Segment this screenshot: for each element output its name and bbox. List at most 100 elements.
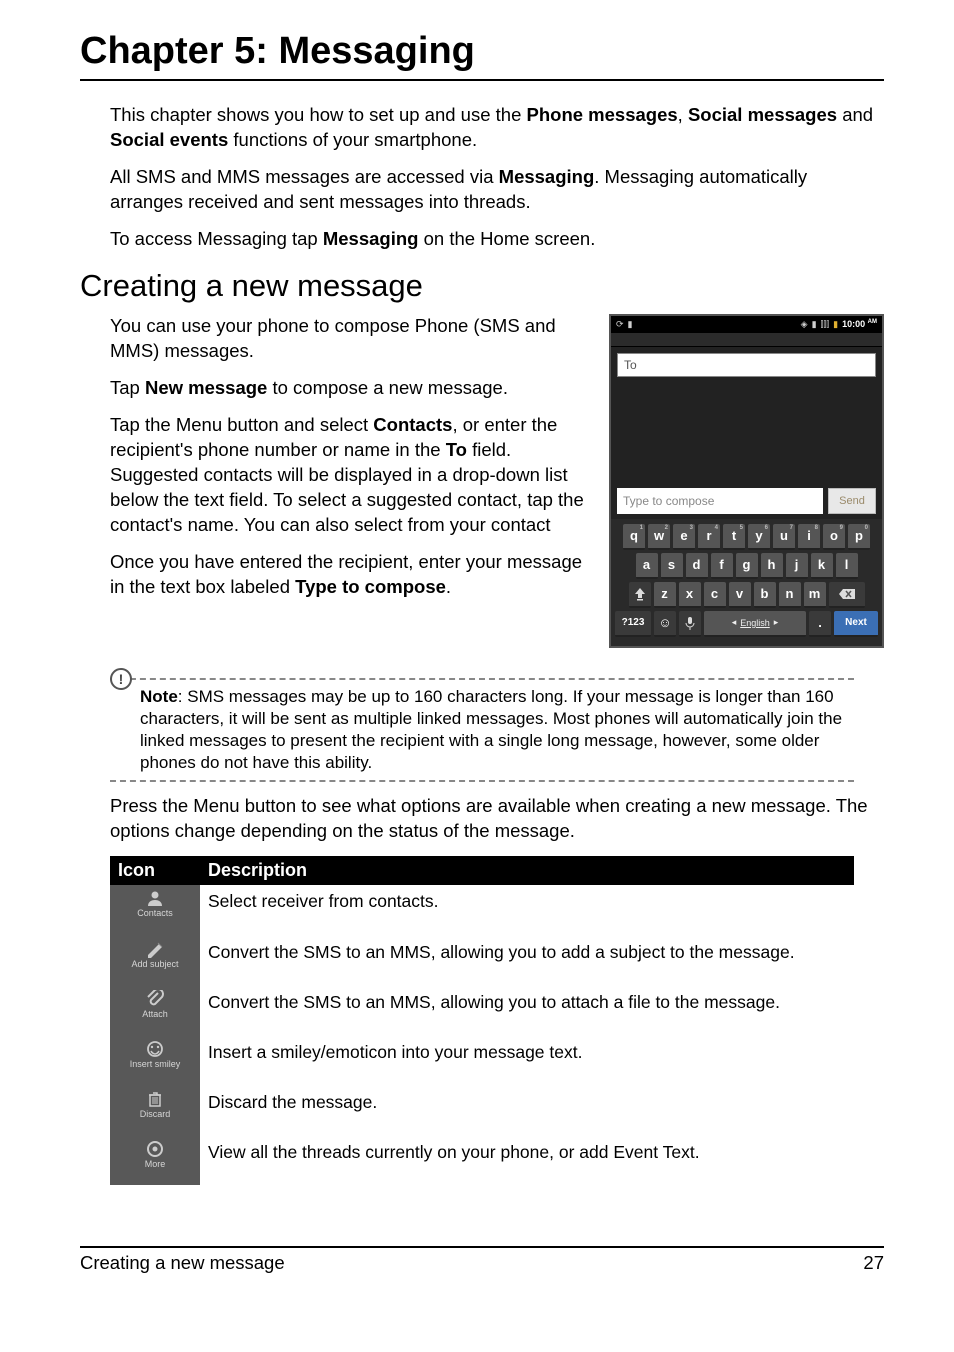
icon-label: Insert smiley <box>130 1060 181 1069</box>
table-row: Contacts Select receiver from contacts. <box>110 885 854 935</box>
battery-icon: ▮ <box>833 319 838 330</box>
note-text: Note: SMS messages may be up to 160 char… <box>110 680 854 780</box>
text-bold: Messaging <box>323 228 419 249</box>
text-bold: Phone messages <box>527 104 678 125</box>
key-a[interactable]: a <box>636 553 658 579</box>
key-i[interactable]: i8 <box>798 524 820 550</box>
text-bold: Social messages <box>688 104 837 125</box>
key-b[interactable]: b <box>754 582 776 608</box>
note-label: Note <box>140 687 178 706</box>
key-y[interactable]: y6 <box>748 524 770 550</box>
signal-icon: ▮ <box>812 319 817 330</box>
key-g[interactable]: g <box>736 553 758 579</box>
key-k[interactable]: k <box>811 553 833 579</box>
phone-screenshot: ⟳ ▮ ◈ ▮ ⫿⫿⫿ ▮ 10:00 AM To Type to compos… <box>609 314 884 648</box>
key-x[interactable]: x <box>679 582 701 608</box>
text-bold: Type to compose <box>295 576 446 597</box>
text-bold: New message <box>145 377 267 398</box>
compose-input[interactable]: Type to compose <box>617 488 823 514</box>
key-m[interactable]: m <box>804 582 826 608</box>
desc-cell: Insert a smiley/emoticon into your messa… <box>200 1035 854 1085</box>
chapter-title: Chapter 5: Messaging <box>80 30 884 81</box>
key-shift[interactable] <box>629 582 651 608</box>
text: To access Messaging tap <box>110 228 323 249</box>
key-e[interactable]: e3 <box>673 524 695 550</box>
desc-cell: Discard the message. <box>200 1085 854 1135</box>
key-sym[interactable]: ?123 <box>615 611 651 637</box>
key-f[interactable]: f <box>711 553 733 579</box>
key-w[interactable]: w2 <box>648 524 670 550</box>
more-icon <box>145 1139 165 1159</box>
table-row: AttachConvert the SMS to an MMS, allowin… <box>110 985 854 1035</box>
key-space[interactable]: ◂ English ▸ <box>704 611 806 637</box>
desc-cell: Convert the SMS to an MMS, allowing you … <box>200 935 854 985</box>
table-row: MoreView all the threads currently on yo… <box>110 1135 854 1185</box>
key-n[interactable]: n <box>779 582 801 608</box>
kbd-row-4: ?123 ☺ ◂ English ▸ . Next <box>615 611 878 637</box>
key-emoji[interactable]: ☺ <box>654 611 676 637</box>
th-desc: Description <box>200 856 854 885</box>
key-j[interactable]: j <box>786 553 808 579</box>
section-title: Creating a new message <box>80 268 884 304</box>
key-backspace[interactable] <box>829 582 865 608</box>
text: . <box>446 576 451 597</box>
insert-smiley-icon <box>145 1039 165 1059</box>
text-bold: To <box>446 439 467 460</box>
text: This chapter shows you how to set up and… <box>110 104 527 125</box>
wifi-icon: ◈ <box>801 319 808 330</box>
send-button[interactable]: Send <box>828 488 876 514</box>
key-z[interactable]: z <box>654 582 676 608</box>
key-p[interactable]: p0 <box>848 524 870 550</box>
icon-cell: Insert smiley <box>110 1035 200 1085</box>
text: on the Home screen. <box>418 228 595 249</box>
space-label: English <box>740 618 770 628</box>
clock-ampm: AM <box>868 319 877 325</box>
table-row: Add subject Convert the SMS to an MMS, al… <box>110 935 854 985</box>
note-body: : SMS messages may be up to 160 characte… <box>140 687 842 772</box>
key-t[interactable]: t5 <box>723 524 745 550</box>
text: Tap the Menu button and select <box>110 414 373 435</box>
key-l[interactable]: l <box>836 553 858 579</box>
page-footer: Creating a new message 27 <box>80 1246 884 1274</box>
icon-label: Add subject <box>131 960 178 969</box>
options-table: Icon Description ContactsSelect receiver… <box>110 856 854 1186</box>
to-field[interactable]: To <box>617 353 876 377</box>
kbd-row-3: zxcvbnm <box>615 582 878 608</box>
table-row: Insert smiley Insert a smiley/emoticon in… <box>110 1035 854 1085</box>
intro-p3: To access Messaging tap Messaging on the… <box>110 227 884 252</box>
desc-cell: Select receiver from contacts. <box>200 885 854 935</box>
key-d[interactable]: d <box>686 553 708 579</box>
after-note: Press the Menu button to see what option… <box>110 794 884 844</box>
key-q[interactable]: q1 <box>623 524 645 550</box>
shift-icon <box>634 587 646 601</box>
status-bar: ⟳ ▮ ◈ ▮ ⫿⫿⫿ ▮ 10:00 AM <box>611 316 882 333</box>
note-box: ! Note: SMS messages may be up to 160 ch… <box>110 678 854 782</box>
key-o[interactable]: o9 <box>823 524 845 550</box>
key-r[interactable]: r4 <box>698 524 720 550</box>
text-bold: Social events <box>110 129 228 150</box>
add-subject-icon <box>145 939 165 959</box>
key-h[interactable]: h <box>761 553 783 579</box>
icon-cell: Contacts <box>110 885 200 935</box>
key-u[interactable]: u7 <box>773 524 795 550</box>
key-mic[interactable] <box>679 611 701 637</box>
keyboard: q1w2e3r4t5y6u7i8o9p0 asdfghjkl zxcvbnm ?… <box>611 519 882 646</box>
key-c[interactable]: c <box>704 582 726 608</box>
usb-icon: ▮ <box>628 319 633 330</box>
tab-bar <box>611 333 882 347</box>
key-next[interactable]: Next <box>834 611 878 637</box>
body-p1: You can use your phone to compose Phone … <box>110 314 587 364</box>
icon-cell: Discard <box>110 1085 200 1135</box>
mic-icon <box>685 616 695 630</box>
key-v[interactable]: v <box>729 582 751 608</box>
message-area <box>611 383 882 483</box>
note-icon: ! <box>110 668 132 690</box>
key-dot[interactable]: . <box>809 611 831 637</box>
body-p2: Tap New message to compose a new message… <box>110 376 587 401</box>
text: to compose a new message. <box>267 377 508 398</box>
backspace-icon <box>838 588 856 600</box>
key-s[interactable]: s <box>661 553 683 579</box>
note-rule-bottom <box>110 780 854 782</box>
icon-label: Contacts <box>137 909 173 918</box>
text: All SMS and MMS messages are accessed vi… <box>110 166 499 187</box>
